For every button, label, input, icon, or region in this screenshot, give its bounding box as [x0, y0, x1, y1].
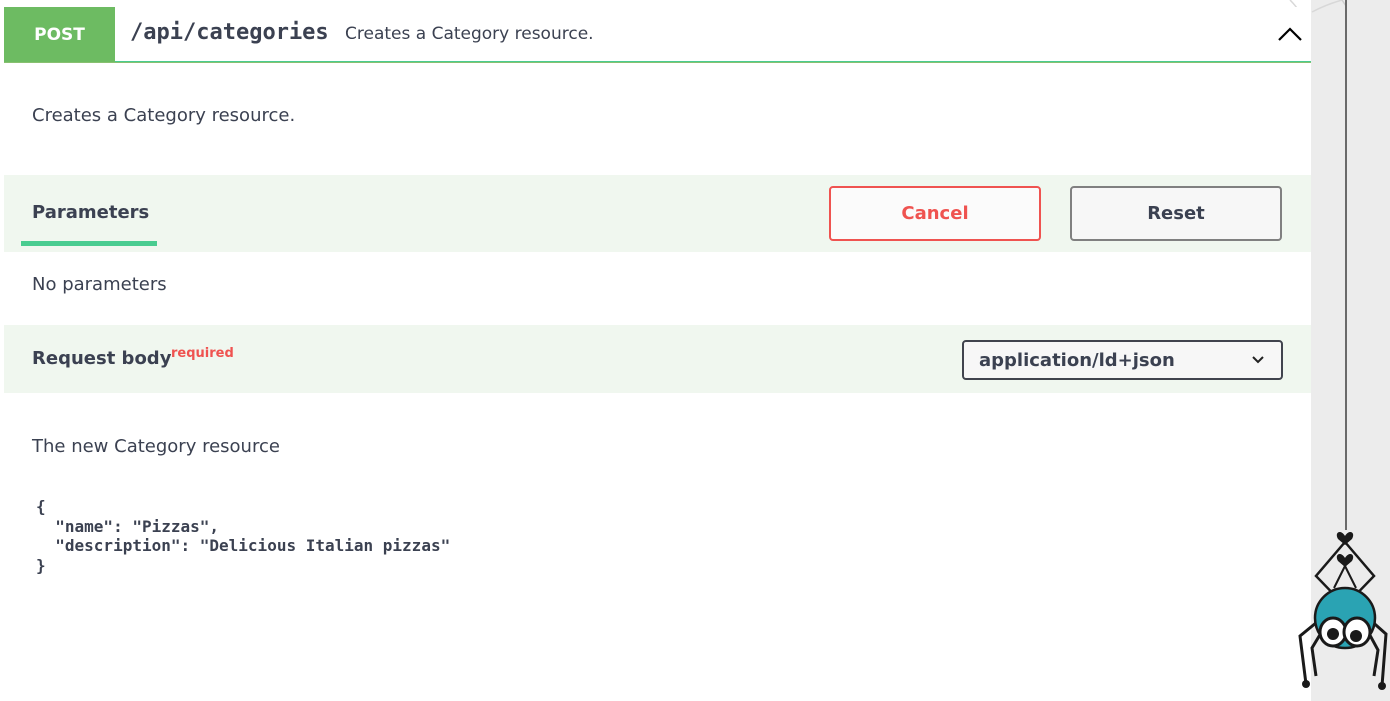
- request-body-header: Request body required application/ld+jso…: [4, 325, 1311, 393]
- operation-block: POST /api/categories Creates a Category …: [4, 7, 1311, 701]
- parameters-header: Parameters Cancel Reset: [4, 175, 1311, 252]
- chevron-down-icon: [1252, 356, 1264, 364]
- required-badge: required: [171, 346, 234, 361]
- chevron-up-icon: [1278, 27, 1302, 41]
- request-body-description: The new Category resource: [32, 436, 280, 457]
- operation-path: /api/categories: [130, 20, 329, 45]
- request-body-title: Request body: [32, 348, 172, 369]
- active-tab-indicator: [21, 241, 157, 246]
- method-badge: POST: [4, 7, 115, 62]
- collapse-button[interactable]: [1276, 21, 1304, 45]
- request-body-editor[interactable]: { "name": "Pizzas", "description": "Deli…: [36, 497, 1236, 597]
- spider-mascot-icon: [1298, 532, 1388, 690]
- swagger-page: POST /api/categories Creates a Category …: [0, 0, 1390, 701]
- no-parameters-text: No parameters: [32, 274, 167, 295]
- tab-parameters[interactable]: Parameters: [32, 202, 149, 223]
- operation-summary-text: Creates a Category resource.: [345, 24, 594, 44]
- content-type-select[interactable]: application/ld+json: [962, 340, 1283, 380]
- cancel-button[interactable]: Cancel: [829, 186, 1041, 241]
- reset-button[interactable]: Reset: [1070, 186, 1282, 241]
- operation-description: Creates a Category resource.: [32, 105, 296, 126]
- operation-summary[interactable]: POST /api/categories Creates a Category …: [4, 7, 1311, 62]
- summary-divider: [4, 62, 1311, 63]
- content-type-value: application/ld+json: [979, 350, 1175, 371]
